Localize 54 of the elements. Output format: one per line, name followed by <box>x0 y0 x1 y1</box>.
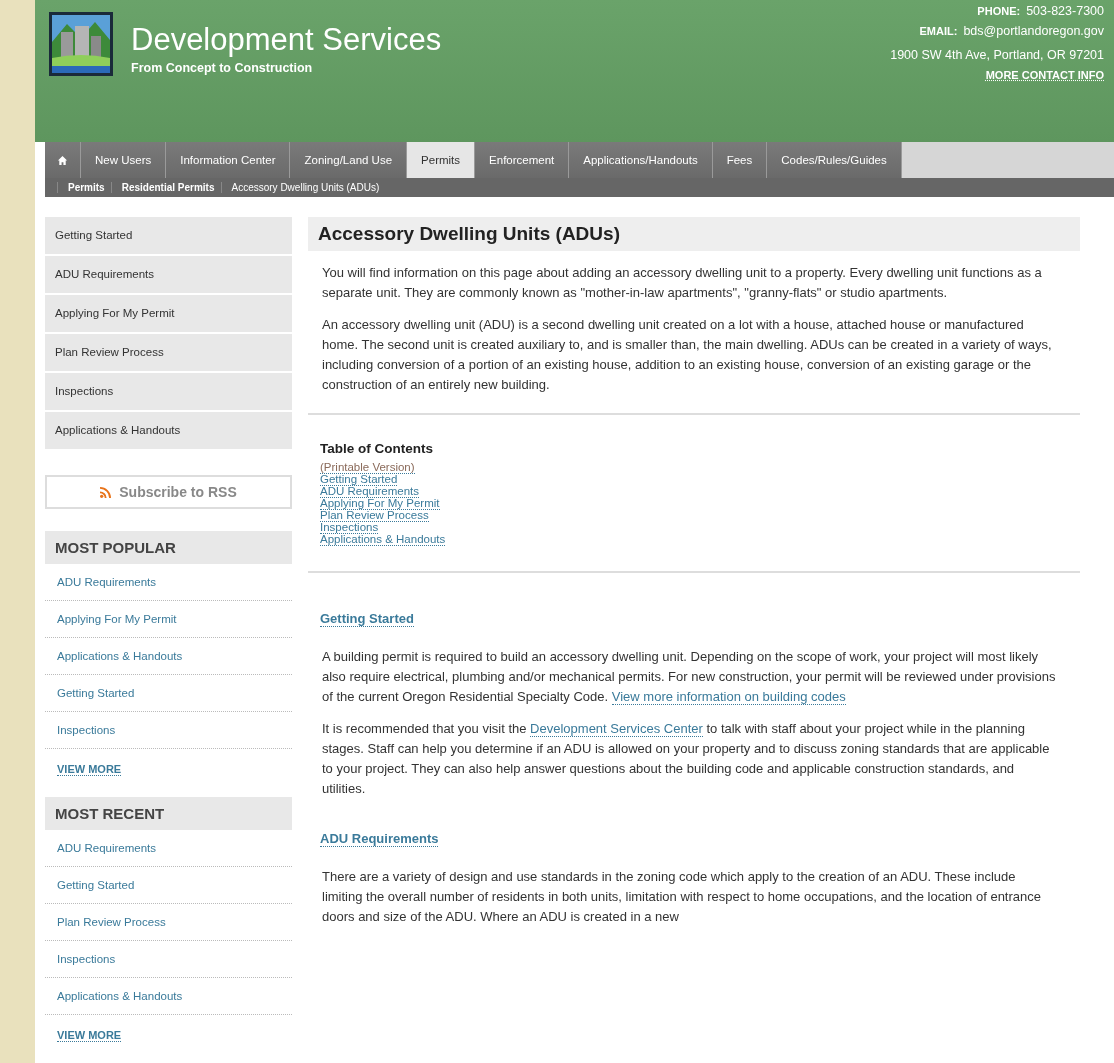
popular-link[interactable]: Plan Review Process <box>57 916 166 928</box>
rss-icon <box>100 486 112 498</box>
phone-number: 503-823-7300 <box>1026 4 1104 18</box>
paragraph: It is recommended that you visit the Development Services Center to talk with staff about your project while in the planning stages. Staff can help you determine if an ADU is allowed on your property and to discuss zoning standards that are applicable to your project. They can also help answer questions about the building code and applicable construction standards, and utilities. <box>322 720 1051 798</box>
nav-tab[interactable]: Permits <box>407 142 476 178</box>
side-nav-item[interactable]: Applications & Handouts <box>45 412 292 451</box>
toc-link[interactable]: Applying For My Permit <box>320 497 440 510</box>
phone-label: PHONE: <box>977 5 1021 17</box>
site-title[interactable]: Development Services <box>131 22 442 58</box>
popular-link[interactable]: Applications & Handouts <box>57 650 183 662</box>
side-nav-item[interactable]: ADU Requirements <box>45 256 292 295</box>
breadcrumb-link[interactable]: Permits <box>68 182 105 193</box>
view-more-link[interactable]: VIEW MORE <box>57 763 122 776</box>
popular-link[interactable]: Applications & Handouts <box>57 990 183 1002</box>
page-title: Accessory Dwelling Units (ADUs) <box>308 217 1080 251</box>
popular-link[interactable]: Getting Started <box>57 879 135 891</box>
paragraph: A building permit is required to build an accessory dwelling unit. Depending on the scope of work, your project will most likely also require electrical, plumbing and/or mechanical permits. For new construction, your permit will be reviewed under provisions of the current Oregon Residential Specialty Code. View more information on building codes <box>322 648 1057 707</box>
city-logo-icon[interactable] <box>49 12 113 76</box>
site-tagline: From Concept to Construction <box>131 61 314 75</box>
section-heading: MOST POPULAR <box>45 531 292 564</box>
paragraph: There are a variety of design and use standards in the zoning code which apply to the creation of an ADU. These include limiting the overall number of residents in both units, limitation with respect to home occupations, and the location of entrance doors and size of the ADU. Where an ADU is created in a new <box>322 868 1042 926</box>
toc-link[interactable]: Plan Review Process <box>320 509 429 522</box>
toc-link[interactable]: Applications & Handouts <box>320 533 446 546</box>
inline-link[interactable]: View more information on building codes <box>611 689 846 705</box>
street-address: 1900 SW 4th Ave, Portland, OR 97201 <box>890 48 1104 62</box>
rss-button[interactable]: Subscribe to RSS <box>45 475 292 509</box>
inline-link[interactable]: Development Services Center <box>530 721 703 737</box>
view-more-link[interactable]: VIEW MORE <box>57 1029 122 1042</box>
side-nav-item[interactable]: Getting Started <box>45 217 292 256</box>
section-heading[interactable]: ADU Requirements <box>320 831 439 847</box>
toc-link[interactable]: ADU Requirements <box>320 485 420 498</box>
home-icon <box>57 154 68 166</box>
section-heading[interactable]: Getting Started <box>320 611 414 627</box>
popular-link[interactable]: Inspections <box>57 724 116 736</box>
paragraph: An accessory dwelling unit (ADU) is a second dwelling unit created on a lot with a house, attached house or manufactured home. The second unit is created auxiliary to, and is smaller than, the main dwelling. ADUs can be created in a variety of ways, including conversion of a portion of an existing house, addition to an existing house, conversion of an existing garage or the construction of an entirely new building. <box>322 316 1053 394</box>
toc-heading: Table of Contents <box>320 441 434 457</box>
popular-link[interactable]: Applying For My Permit <box>57 613 177 625</box>
email-label: EMAIL: <box>919 25 958 37</box>
email-address[interactable]: bds@portlandoregon.gov <box>963 24 1104 38</box>
popular-link[interactable]: ADU Requirements <box>57 842 157 854</box>
contact-info-link[interactable]: MORE CONTACT INFO <box>985 69 1104 81</box>
popular-link[interactable]: Getting Started <box>57 687 135 699</box>
toc-link[interactable]: Getting Started <box>320 473 398 486</box>
breadcrumb-link[interactable]: Residential Permits <box>121 182 215 193</box>
side-nav-item[interactable]: Plan Review Process <box>45 334 292 373</box>
paragraph: You will find information on this page about adding an accessory dwelling unit to a property. Every dwelling unit functions as a separate unit. They are commonly known as "mother-in-law apartments", "granny-flats" or studio apartments. <box>322 264 1043 302</box>
breadcrumb-link[interactable]: Accessory Dwelling Units (ADUs) <box>231 182 380 193</box>
toc-link[interactable]: (Printable Version) <box>320 461 415 474</box>
side-nav-item[interactable]: Inspections <box>45 373 292 412</box>
section-heading: MOST RECENT <box>45 797 292 830</box>
popular-link[interactable]: ADU Requirements <box>57 576 157 588</box>
toc-link[interactable]: Inspections <box>320 521 379 534</box>
popular-link[interactable]: Inspections <box>57 953 116 965</box>
side-nav-item[interactable]: Applying For My Permit <box>45 295 292 334</box>
